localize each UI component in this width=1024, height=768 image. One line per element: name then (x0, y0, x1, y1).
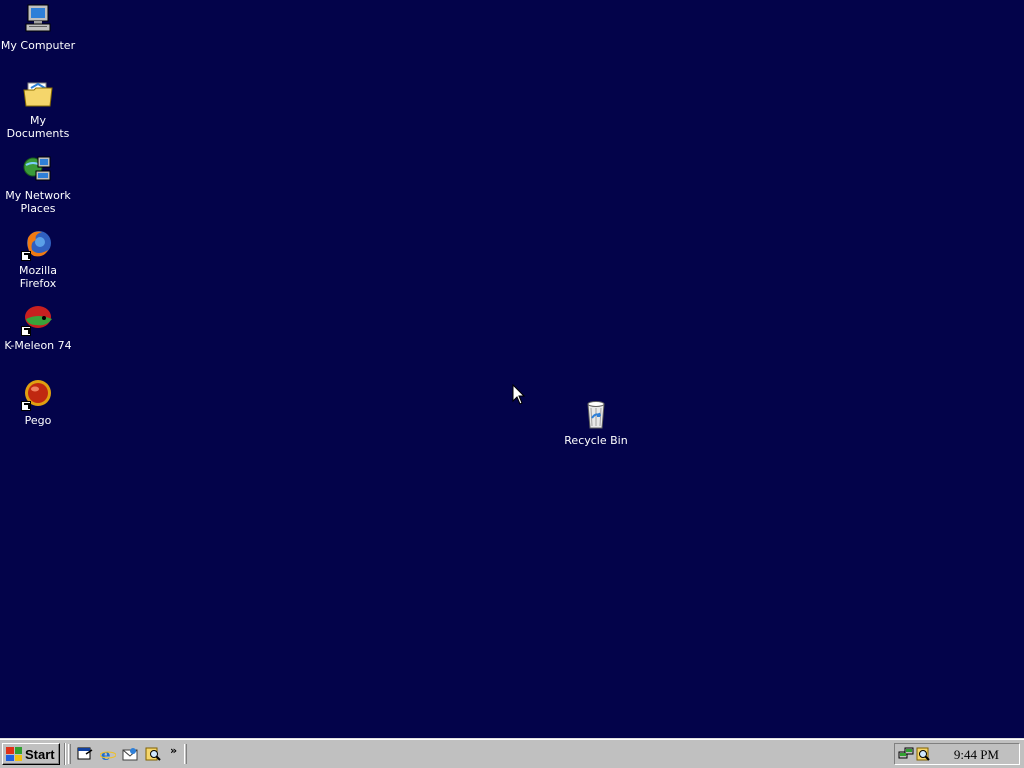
desktop-icon-label: Recycle Bin (564, 434, 628, 447)
computer-icon (21, 2, 55, 36)
desktop-icon-pego[interactable]: Pego (0, 377, 76, 427)
search-icon[interactable] (144, 746, 162, 762)
desktop-icon-my-computer[interactable]: My Computer (0, 2, 76, 52)
task-area-grip[interactable] (184, 744, 187, 764)
desktop-icon-label: My Network Places (5, 189, 71, 215)
internet-explorer-icon[interactable]: e (99, 746, 117, 762)
shortcut-arrow-icon (21, 401, 31, 411)
desktop-icon-my-network-places[interactable]: My Network Places (0, 152, 76, 215)
recycle-bin-icon (579, 397, 613, 431)
taskbar: Start e » 9:44 PM (0, 738, 1024, 768)
network-places-icon (21, 152, 55, 186)
desktop-icon-recycle-bin[interactable]: Recycle Bin (558, 397, 634, 447)
search-tray-icon[interactable] (915, 746, 931, 762)
show-desktop-icon[interactable] (76, 746, 94, 762)
shortcut-arrow-icon (21, 326, 31, 336)
desktop-icon-mozilla-firefox[interactable]: Mozilla Firefox (0, 227, 76, 290)
desktop-icon-label: K-Meleon 74 (4, 339, 72, 352)
quick-launch-grip[interactable] (68, 744, 71, 764)
taskbar-clock[interactable]: 9:44 PM (954, 747, 999, 763)
shortcut-arrow-icon (21, 251, 31, 261)
desktop-icon-k-meleon[interactable]: K-Meleon 74 (0, 302, 76, 352)
desktop-icon-my-documents[interactable]: My Documents (0, 77, 76, 140)
k-meleon-icon (21, 302, 55, 336)
pego-icon (21, 377, 55, 411)
firefox-icon (21, 227, 55, 261)
start-label: Start (25, 746, 55, 762)
desktop-icon-label: Mozilla Firefox (19, 264, 57, 290)
desktop-icon-label: My Computer (0, 39, 76, 52)
desktop-icon-label: My Documents (6, 114, 70, 140)
desktop[interactable]: My Computer My Documents My Network Plac… (0, 0, 1024, 738)
mouse-cursor-icon (512, 384, 526, 405)
desktop-icon-label: Pego (24, 414, 52, 427)
quick-launch-overflow-button[interactable]: » (170, 744, 177, 757)
svg-text:e: e (101, 746, 111, 762)
network-tray-icon[interactable] (898, 746, 914, 762)
system-tray: 9:44 PM (894, 743, 1020, 765)
start-button[interactable]: Start (2, 743, 60, 765)
windows-logo-icon (6, 747, 22, 761)
outlook-express-icon[interactable] (121, 746, 139, 762)
taskbar-divider (64, 743, 66, 765)
documents-folder-icon (21, 77, 55, 111)
